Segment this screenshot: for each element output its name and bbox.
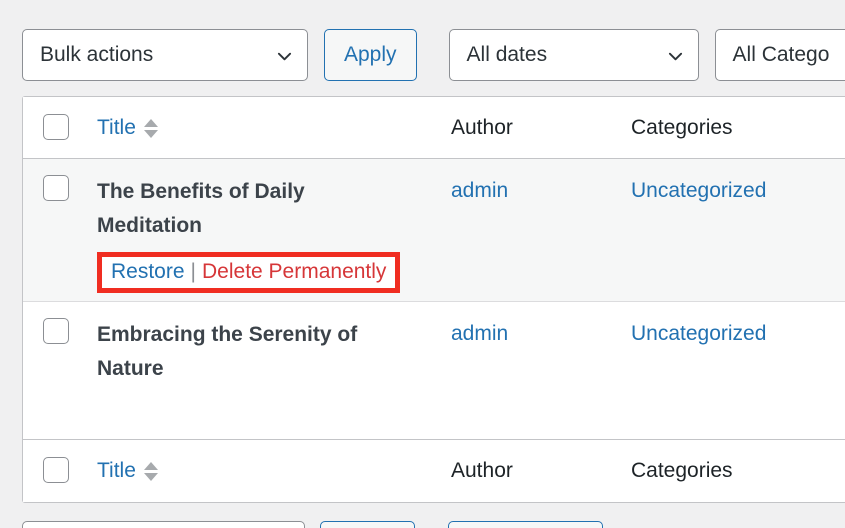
sort-descending-icon: [143, 472, 158, 481]
row-title-cell: Embracing the Serenity of Nature: [97, 302, 451, 386]
row-actions-annotation: Restore | Delete Permanently: [97, 252, 401, 294]
sort-title-link-bottom[interactable]: Title: [97, 459, 136, 483]
row-title-cell: The Benefits of Daily Meditation Restore…: [97, 159, 451, 294]
post-title[interactable]: The Benefits of Daily Meditation: [97, 159, 397, 243]
category-filter-label: All Catego: [732, 43, 830, 66]
date-filter-select[interactable]: All dates: [448, 29, 699, 81]
post-title[interactable]: Embracing the Serenity of Nature: [97, 302, 397, 386]
sort-title-link-top[interactable]: Title: [97, 116, 136, 140]
column-header-categories-top: Categories: [631, 116, 733, 139]
row-author-cell: admin: [451, 159, 631, 203]
bottom-toolbar: [22, 521, 603, 528]
apply-button-label: Apply: [344, 43, 397, 66]
select-all-checkbox-bottom[interactable]: [43, 457, 69, 483]
date-filter-label: All dates: [466, 43, 548, 66]
bulk-actions-select[interactable]: Bulk actions: [22, 29, 308, 81]
bulk-actions-label: Bulk actions: [40, 43, 154, 66]
apply-button-bottom[interactable]: [320, 521, 415, 528]
sort-indicator-icon[interactable]: [143, 118, 158, 138]
chevron-down-icon: [668, 49, 683, 64]
column-header-title-top: Title: [97, 97, 451, 140]
column-header-title-bottom: Title: [97, 440, 451, 483]
column-header-author-top: Author: [451, 116, 513, 139]
row-checkbox[interactable]: [43, 175, 69, 201]
author-link[interactable]: admin: [451, 302, 631, 346]
table-row: Embracing the Serenity of Nature admin U…: [23, 302, 845, 440]
apply-button[interactable]: Apply: [324, 29, 417, 81]
sort-ascending-icon: [143, 118, 158, 127]
restore-link[interactable]: Restore: [111, 260, 185, 283]
delete-permanently-link[interactable]: Delete Permanently: [202, 260, 386, 283]
top-toolbar: Bulk actions Apply All dates All Catego: [22, 29, 845, 81]
row-checkbox[interactable]: [43, 318, 69, 344]
category-link[interactable]: Uncategorized: [631, 159, 845, 203]
category-link[interactable]: Uncategorized: [631, 302, 845, 346]
row-categories-cell: Uncategorized: [631, 159, 845, 203]
row-select-cell: [23, 159, 97, 201]
select-all-cell-top: [23, 97, 97, 140]
action-separator: |: [190, 260, 196, 284]
sort-indicator-icon[interactable]: [143, 461, 158, 481]
posts-table: Title Author Categories The Benefits of …: [22, 96, 845, 503]
table-header-row: Title Author Categories: [23, 97, 845, 159]
row-categories-cell: Uncategorized: [631, 302, 845, 346]
table-footer-row: Title Author Categories: [23, 440, 845, 502]
bulk-actions-select-bottom[interactable]: [22, 521, 305, 528]
table-row: The Benefits of Daily Meditation Restore…: [23, 159, 845, 302]
column-header-categories-bottom: Categories: [631, 459, 733, 482]
row-select-cell: [23, 302, 97, 344]
category-filter-select[interactable]: All Catego: [714, 29, 845, 81]
sort-ascending-icon: [143, 461, 158, 470]
column-header-author-bottom: Author: [451, 459, 513, 482]
select-all-checkbox-top[interactable]: [43, 114, 69, 140]
row-author-cell: admin: [451, 302, 631, 346]
chevron-down-icon: [277, 49, 292, 64]
wp-posts-list-screen: Bulk actions Apply All dates All Catego: [0, 0, 845, 528]
empty-trash-button[interactable]: [448, 521, 603, 528]
select-all-cell-bottom: [23, 440, 97, 483]
sort-descending-icon: [143, 129, 158, 138]
author-link[interactable]: admin: [451, 159, 631, 203]
